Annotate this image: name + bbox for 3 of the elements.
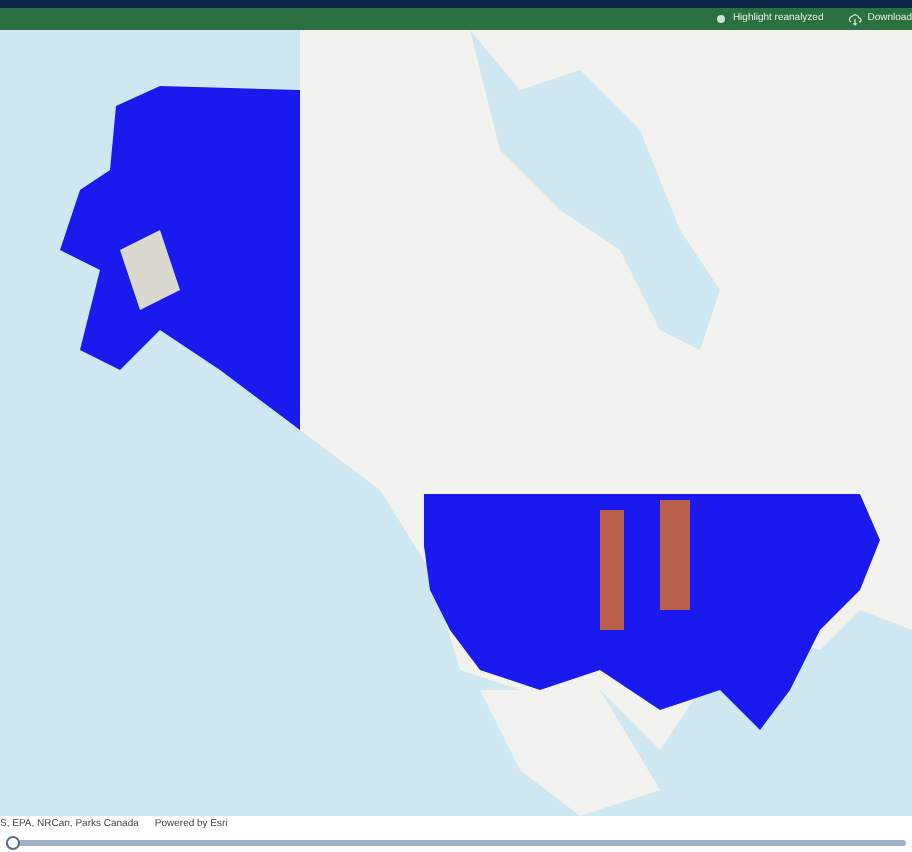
cloud-download-icon <box>847 13 862 25</box>
circle-icon <box>716 14 727 24</box>
slider-thumb[interactable] <box>6 835 20 849</box>
